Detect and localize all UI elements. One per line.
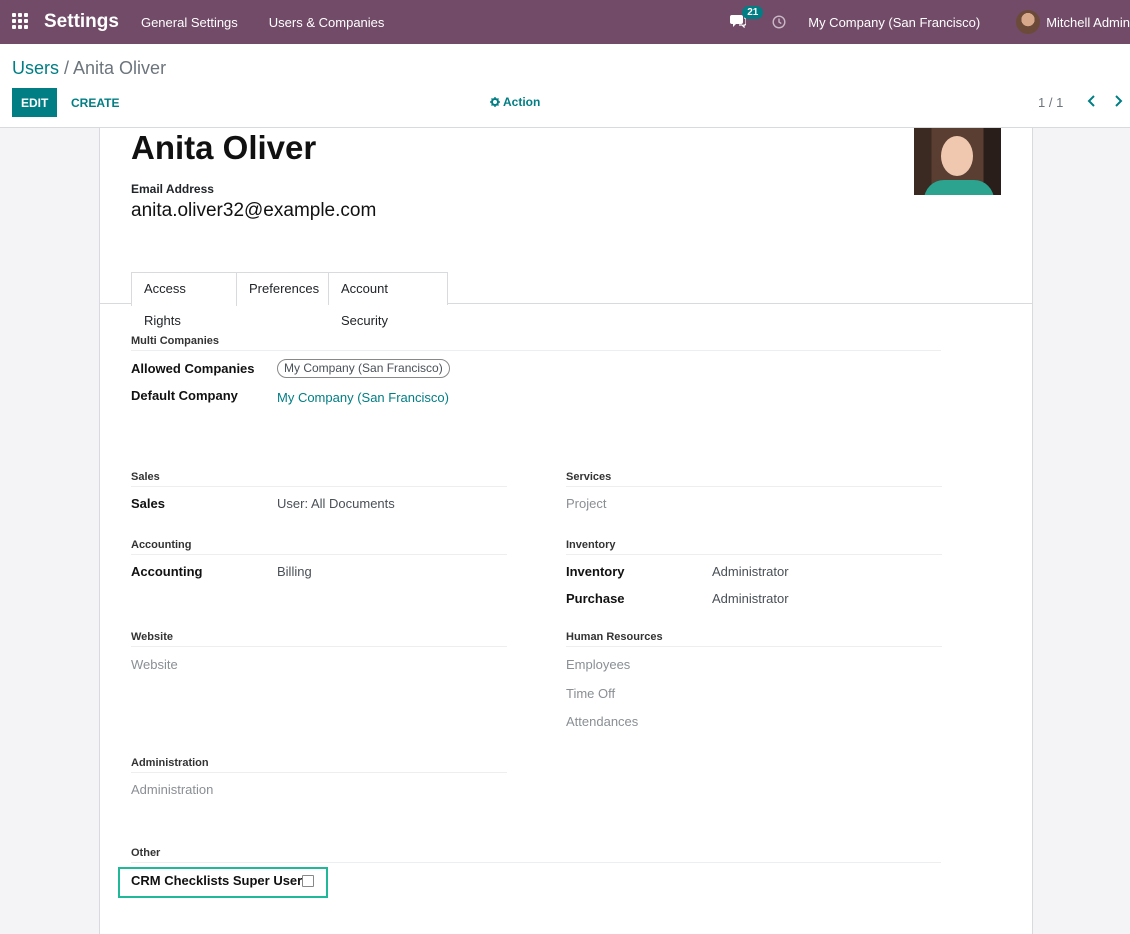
breadcrumb-users[interactable]: Users (12, 58, 59, 78)
apps-menu-icon[interactable] (12, 13, 30, 31)
form-tabs: Access Rights Preferences Account Securi… (100, 271, 1032, 328)
inventory-value: Administrator (712, 564, 789, 579)
group-multi-companies: Multi Companies (131, 335, 941, 351)
email-value: anita.oliver32@example.com (131, 200, 377, 221)
tab-account-security[interactable]: Account Security (328, 272, 448, 328)
inventory-label: Inventory (566, 564, 625, 579)
purchase-value: Administrator (712, 591, 789, 606)
messaging-button[interactable]: 21 (730, 6, 764, 32)
user-name-title: Anita Oliver (131, 129, 317, 166)
administration-item: Administration (131, 782, 214, 797)
sales-label: Sales (131, 496, 165, 511)
purchase-label: Purchase (566, 591, 625, 606)
email-label: Email Address (131, 182, 214, 196)
gear-icon (490, 97, 500, 107)
allowed-company-tag[interactable]: My Company (San Francisco) (277, 359, 450, 378)
chevron-right-icon[interactable] (1113, 95, 1123, 107)
tab-access-rights[interactable]: Access Rights (131, 272, 237, 328)
crm-checklists-label: CRM Checklists Super User (131, 873, 303, 888)
group-administration: Administration (131, 757, 507, 773)
main-navbar: Settings General Settings Users & Compan… (0, 0, 1130, 44)
pager-value: 1 / 1 (1038, 95, 1064, 110)
group-sales: Sales (131, 471, 507, 487)
accounting-label: Accounting (131, 564, 203, 579)
chevron-left-icon[interactable] (1087, 95, 1097, 107)
company-switcher[interactable]: My Company (San Francisco) (808, 15, 980, 30)
user-avatar[interactable] (1016, 10, 1041, 34)
breadcrumb: Users / Anita Oliver (12, 58, 166, 79)
user-photo (914, 128, 1001, 195)
action-dropdown[interactable]: Action (490, 95, 540, 109)
group-inventory: Inventory (566, 539, 942, 555)
hr-employees: Employees (566, 657, 631, 672)
accounting-value: Billing (277, 564, 312, 579)
default-company-label: Default Company (131, 388, 238, 403)
hr-time-off: Time Off (566, 686, 616, 701)
menu-general-settings[interactable]: General Settings (141, 15, 238, 30)
breadcrumb-separator: / (59, 58, 74, 78)
user-form-sheet: Anita Oliver Email Address anita.oliver3… (99, 128, 1033, 934)
control-panel: Users / Anita Oliver EDIT CREATE Action … (0, 44, 1130, 128)
activity-clock-icon[interactable] (772, 15, 786, 29)
app-title[interactable]: Settings (44, 11, 119, 33)
hr-attendances: Attendances (566, 714, 639, 729)
group-services: Services (566, 471, 942, 487)
default-company-link[interactable]: My Company (San Francisco) (277, 390, 449, 405)
services-project: Project (566, 496, 607, 511)
allowed-companies-label: Allowed Companies (131, 361, 255, 376)
website-item: Website (131, 657, 178, 672)
group-other: Other (131, 847, 941, 863)
tab-preferences[interactable]: Preferences (236, 272, 329, 305)
group-human-resources: Human Resources (566, 631, 942, 647)
crm-checklists-checkbox[interactable] (302, 875, 314, 887)
message-count-badge: 21 (742, 6, 764, 19)
action-label: Action (503, 95, 541, 109)
group-accounting: Accounting (131, 539, 507, 555)
breadcrumb-current: Anita Oliver (73, 58, 167, 78)
edit-button[interactable]: EDIT (12, 88, 58, 117)
create-button[interactable]: CREATE (71, 88, 119, 117)
sales-value: User: All Documents (277, 496, 395, 511)
menu-users-companies[interactable]: Users & Companies (269, 15, 385, 30)
user-menu[interactable]: Mitchell Admin (1046, 15, 1130, 30)
group-website: Website (131, 631, 507, 647)
